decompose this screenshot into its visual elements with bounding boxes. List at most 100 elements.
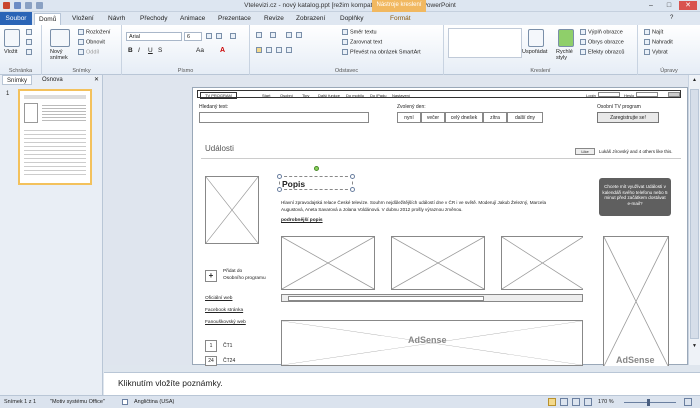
nav-tipy[interactable]: Tipy — [302, 93, 309, 98]
slide-thumbnail[interactable] — [18, 89, 92, 185]
fit-to-window-icon[interactable] — [684, 398, 692, 406]
more-details-link[interactable]: podrobnější popis — [281, 218, 323, 223]
justify-icon[interactable] — [286, 47, 292, 53]
font-size-combo[interactable]: 6 — [184, 32, 202, 41]
tab-review[interactable]: Revize — [260, 13, 288, 25]
increase-indent-icon[interactable] — [296, 32, 302, 38]
resize-handle-icon[interactable] — [277, 174, 282, 179]
link-fan-web[interactable]: Fanouškovský web — [205, 320, 246, 325]
close-pane-icon[interactable]: ✕ — [94, 76, 99, 83]
arrange-button[interactable]: Uspořádat — [522, 49, 547, 55]
redo-icon[interactable] — [36, 2, 43, 9]
tab-outline[interactable]: Osnova — [38, 75, 67, 85]
shape-effects-button[interactable]: Efekty obrazců — [580, 49, 624, 55]
italic-button[interactable]: I — [138, 47, 140, 54]
cut-icon[interactable] — [26, 29, 32, 35]
spellcheck-icon[interactable] — [122, 399, 128, 405]
slideshow-icon[interactable] — [584, 398, 592, 406]
minimize-button[interactable]: – — [642, 1, 660, 10]
copy-icon[interactable] — [26, 39, 32, 45]
clear-format-icon[interactable] — [230, 33, 236, 39]
login-input[interactable] — [598, 92, 620, 97]
nav-osobni[interactable]: Osobní — [280, 93, 293, 98]
password-input[interactable] — [636, 92, 658, 97]
resize-handle-icon[interactable] — [350, 174, 355, 179]
tab-home[interactable]: Domů — [34, 13, 62, 25]
layout-button[interactable]: Rozložení — [78, 29, 110, 35]
help-icon[interactable]: ? — [670, 15, 673, 21]
rotate-handle-icon[interactable] — [314, 166, 319, 171]
tab-insert[interactable]: Vložení — [68, 13, 98, 25]
align-left-icon[interactable] — [256, 47, 262, 53]
font-name-combo[interactable]: Arial — [126, 32, 182, 41]
nav-start[interactable]: Start — [262, 93, 270, 98]
nav-do-mobilu[interactable]: Do mobilu — [346, 93, 364, 98]
grow-font-icon[interactable] — [206, 33, 212, 39]
shape-fill-button[interactable]: Výplň obrazce — [580, 29, 623, 35]
tab-slides[interactable]: Snímky — [2, 75, 33, 85]
shadow-button[interactable]: S — [158, 47, 162, 54]
numbering-icon[interactable] — [270, 32, 276, 38]
search-input[interactable] — [199, 112, 369, 123]
font-color-icon[interactable]: A — [220, 47, 225, 54]
day-button-now[interactable]: nyní — [397, 112, 421, 123]
nav-tv-program[interactable]: TV PROGRAM — [200, 92, 237, 99]
normal-view-icon[interactable] — [548, 398, 556, 406]
section-button[interactable]: Oddíl — [78, 49, 99, 55]
align-text-button[interactable]: Zarovnat text — [342, 39, 382, 45]
scroll-up-icon[interactable]: ▲ — [690, 77, 699, 85]
zoom-slider[interactable] — [624, 402, 676, 403]
tab-addins[interactable]: Doplňky — [336, 13, 367, 25]
quick-styles-button[interactable]: Rychlé styly — [556, 49, 578, 61]
tab-file[interactable]: Soubor — [0, 12, 32, 25]
status-zoom[interactable]: 170 % — [598, 399, 614, 405]
nav-dalsi-funkce[interactable]: Další funkce — [318, 93, 340, 98]
tab-transitions[interactable]: Přechody — [136, 13, 171, 25]
add-icon[interactable]: + — [205, 270, 217, 282]
promo-box[interactable]: Chcete mít využívat Události v kalendáři… — [599, 178, 671, 216]
nav-do-ipadu[interactable]: Do iPadu — [370, 93, 386, 98]
slide-sorter-icon[interactable] — [560, 398, 568, 406]
align-center-icon[interactable] — [266, 47, 272, 53]
status-language[interactable]: Angličtina (USA) — [134, 399, 174, 405]
selected-title-box[interactable]: Popis — [277, 166, 355, 192]
carousel-scrollbar[interactable] — [281, 294, 583, 302]
scrollbar-thumb[interactable] — [690, 89, 699, 339]
tab-design[interactable]: Návrh — [104, 13, 129, 25]
day-button-today[interactable]: celý dnešek — [445, 112, 483, 123]
slide-canvas[interactable]: TV PROGRAM Start Osobní Tipy Další funkc… — [192, 87, 688, 366]
undo-icon[interactable] — [25, 2, 32, 9]
align-right-icon[interactable] — [276, 47, 282, 53]
day-button-more[interactable]: další dny — [507, 112, 543, 123]
link-facebook[interactable]: Facebook stránka — [205, 308, 243, 313]
close-button[interactable]: ✕ — [679, 1, 697, 10]
smartart-button[interactable]: Převést na obrázek SmartArt — [342, 49, 421, 55]
shapes-gallery[interactable] — [448, 28, 522, 58]
zoom-slider-thumb[interactable] — [647, 399, 650, 406]
decrease-indent-icon[interactable] — [286, 32, 292, 38]
reset-button[interactable]: Obnovit — [78, 39, 105, 45]
app-icon[interactable] — [3, 2, 10, 9]
underline-button[interactable]: U — [148, 47, 153, 54]
tab-format[interactable]: Formát — [386, 13, 415, 25]
replace-button[interactable]: Nahradit — [644, 39, 673, 45]
login-button[interactable] — [668, 92, 680, 97]
change-case-button[interactable]: Aa — [196, 47, 204, 54]
vertical-scrollbar[interactable]: ▲ ▼ — [688, 75, 700, 365]
resize-handle-icon[interactable] — [277, 187, 282, 192]
resize-handle-icon[interactable] — [350, 187, 355, 192]
tab-slideshow[interactable]: Prezentace — [214, 13, 255, 25]
tab-animations[interactable]: Animace — [176, 13, 209, 25]
like-button[interactable]: Like — [575, 148, 595, 155]
day-button-tomorrow[interactable]: zítra — [483, 112, 507, 123]
carousel-scrollbar-thumb[interactable] — [288, 296, 484, 301]
shrink-font-icon[interactable] — [216, 33, 222, 39]
text-direction-button[interactable]: Směr textu — [342, 29, 377, 35]
tab-view[interactable]: Zobrazení — [292, 13, 329, 25]
new-slide-button[interactable]: Nový snímek — [50, 49, 76, 61]
scroll-down-icon[interactable]: ▼ — [690, 343, 699, 351]
nav-nastaveni[interactable]: Nastavení — [392, 93, 410, 98]
paste-button[interactable]: Vložit — [4, 49, 17, 55]
notes-pane[interactable]: Kliknutím vložíte poznámky. — [104, 372, 700, 395]
bullets-icon[interactable] — [256, 32, 262, 38]
